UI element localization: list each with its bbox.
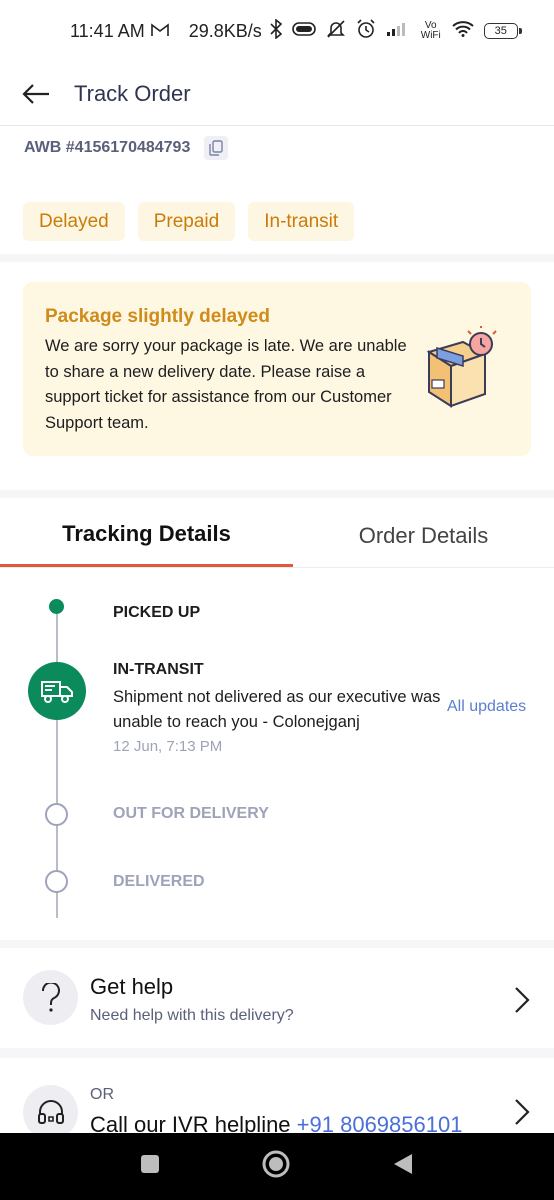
timeline-dot-picked-up — [49, 599, 64, 614]
section-divider — [0, 1048, 554, 1058]
section-divider — [0, 254, 554, 262]
status-badges: Delayed Prepaid In-transit — [23, 202, 355, 241]
delay-notice-card: Package slightly delayed We are sorry yo… — [23, 282, 531, 456]
timeline-dot-delivered — [45, 870, 68, 893]
tab-bar: Tracking Details Order Details — [0, 504, 554, 568]
ivr-phone-number[interactable]: +91 8069856101 — [297, 1112, 463, 1133]
alarm-icon — [356, 18, 376, 44]
tab-tracking-details[interactable]: Tracking Details — [0, 504, 293, 567]
get-help-subtitle: Need help with this delivery? — [90, 1007, 294, 1024]
ivr-helpline-card[interactable]: OR Call our IVR helpline +91 8069856101 — [0, 1058, 554, 1133]
status-bar: 11:41 AM 29.8KB/s Vo WiFi 35 — [0, 0, 554, 62]
signal-icon — [386, 21, 410, 42]
gmail-icon — [150, 21, 169, 42]
mute-icon — [326, 19, 346, 44]
all-updates-link[interactable]: All updates — [447, 698, 526, 716]
get-help-title: Get help — [90, 974, 174, 999]
status-badge: Delayed — [23, 202, 125, 241]
ivr-title: Call our IVR helpline +91 8069856101 — [90, 1112, 462, 1133]
app-header: Track Order — [0, 62, 554, 126]
timeline-dot-out-for-delivery — [45, 803, 68, 826]
status-badge: Prepaid — [137, 202, 236, 241]
copy-icon — [209, 140, 224, 156]
ivr-title-text: Call our IVR helpline — [90, 1112, 291, 1133]
timeline-dot-in-transit — [28, 662, 86, 720]
timeline-step-time: 12 Jun, 7:13 PM — [113, 738, 223, 755]
truck-icon — [41, 681, 73, 703]
question-icon — [23, 970, 78, 1025]
page-title: Track Order — [74, 80, 191, 106]
awb-row: AWB #4156170484793 — [24, 136, 229, 160]
system-nav-bar — [0, 1133, 554, 1200]
delay-notice-title: Package slightly delayed — [45, 306, 270, 327]
square-icon — [141, 1155, 160, 1173]
network-speed: 29.8KB/s — [188, 20, 262, 41]
timeline-step-label: DELIVERED — [113, 873, 205, 890]
timeline-step-label: IN-TRANSIT — [113, 661, 204, 678]
chevron-right-icon — [515, 987, 530, 1013]
home-button[interactable] — [261, 1149, 291, 1184]
section-divider — [0, 490, 554, 498]
triangle-back-icon — [393, 1154, 412, 1174]
arrow-left-icon — [22, 83, 49, 104]
timeline-step-label: OUT FOR DELIVERY — [113, 805, 269, 822]
timeline-step-label: PICKED UP — [113, 604, 201, 621]
get-help-card[interactable]: Get help Need help with this delivery? — [0, 948, 554, 1048]
status-badge: In-transit — [248, 202, 355, 241]
copy-button[interactable] — [204, 136, 229, 160]
awb-number: AWB #4156170484793 — [24, 139, 191, 156]
bluetooth-icon — [270, 17, 282, 44]
back-button[interactable] — [0, 62, 72, 126]
tab-order-details[interactable]: Order Details — [293, 504, 554, 567]
ivr-or-label: OR — [90, 1086, 114, 1103]
recents-button[interactable] — [140, 1154, 160, 1179]
section-divider — [0, 940, 554, 948]
delay-notice-message: We are sorry your package is late. We ar… — [45, 337, 407, 432]
tracking-timeline: PICKED UP IN-TRANSIT Shipment not delive… — [0, 568, 554, 940]
status-time: 11:41 AM — [70, 20, 145, 41]
delayed-package-icon — [426, 326, 497, 408]
wifi-icon — [452, 20, 474, 42]
timeline-step-description: Shipment not delivered as our executive … — [113, 688, 441, 731]
back-nav-button[interactable] — [392, 1152, 414, 1181]
circle-icon — [262, 1150, 290, 1178]
chevron-right-icon — [515, 1099, 530, 1125]
battery-icon: 35 — [483, 23, 522, 39]
toggle-icon — [291, 21, 316, 42]
headset-icon — [23, 1085, 78, 1133]
vowifi-icon: Vo WiFi — [420, 20, 441, 41]
